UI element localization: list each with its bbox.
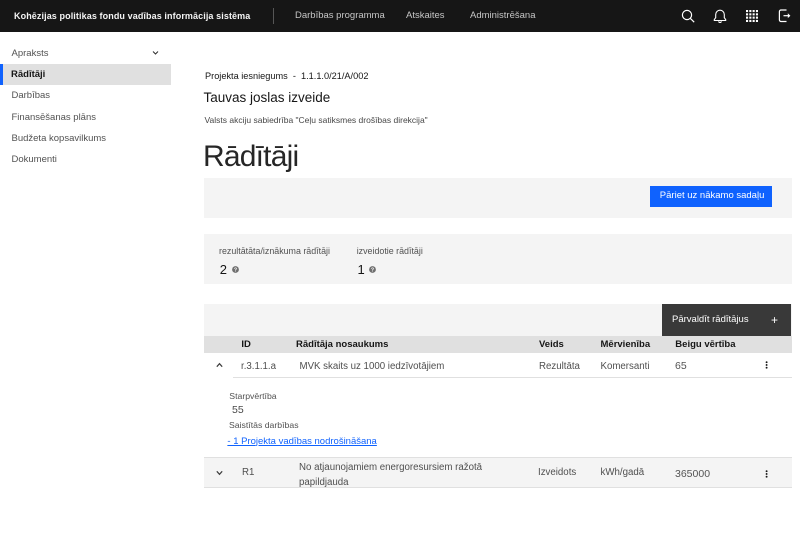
svg-text:?: ? bbox=[371, 268, 374, 274]
svg-text:?: ? bbox=[234, 268, 237, 274]
